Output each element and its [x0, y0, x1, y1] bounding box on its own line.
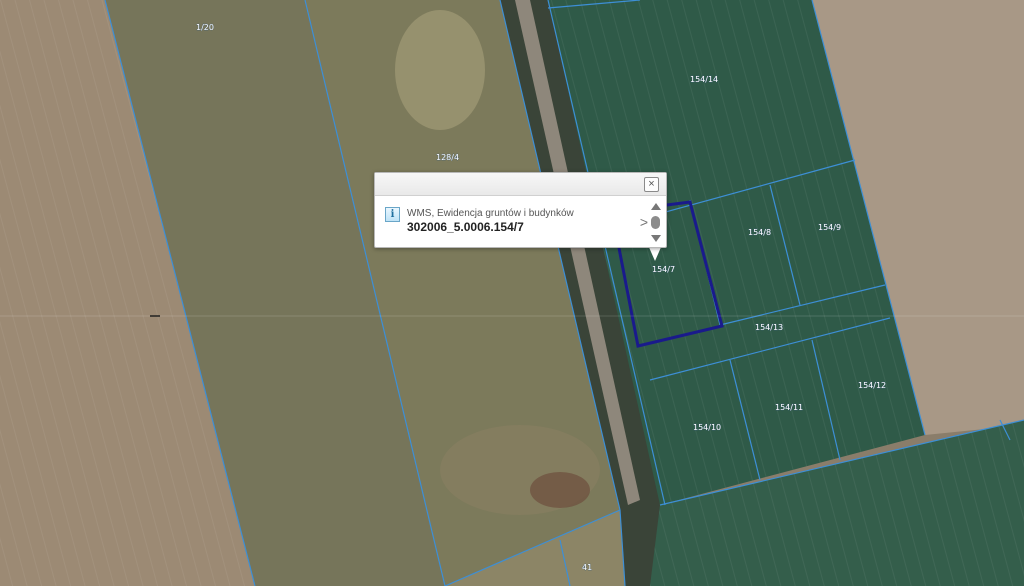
feature-info-popup: × i WMS, Ewidencja gruntów i budynków 30… — [374, 172, 667, 248]
parcel-label: 154/12 — [858, 381, 886, 390]
layer-name: WMS, Ewidencja gruntów i budynków — [407, 208, 574, 219]
feature-info-row[interactable]: i WMS, Ewidencja gruntów i budynków 3020… — [385, 205, 648, 235]
scroll-down-icon[interactable] — [651, 235, 661, 242]
parcel-label: 154/7 — [652, 265, 675, 274]
parcel-label: 128/4 — [436, 153, 459, 162]
parcel-label: 154/14 — [690, 75, 718, 84]
popup-header: × — [375, 173, 666, 196]
parcel-label: 154/11 — [775, 403, 803, 412]
chevron-right-icon[interactable]: > — [640, 214, 648, 230]
close-icon[interactable]: × — [644, 177, 659, 192]
scroll-up-icon[interactable] — [651, 203, 661, 210]
popup-scrollbar[interactable] — [649, 201, 663, 245]
feature-id: 302006_5.0006.154/7 — [407, 220, 524, 234]
info-icon: i — [385, 207, 400, 222]
parcel-label: 1/20 — [196, 23, 214, 32]
parcel-label: 154/10 — [693, 423, 721, 432]
parcel-label: 41 — [582, 563, 592, 572]
map-canvas[interactable]: 1/20 128/4 154/14 154/8 154/9 154/7 154/… — [0, 0, 1024, 586]
scroll-thumb[interactable] — [651, 216, 660, 229]
parcel-label: 154/13 — [755, 323, 783, 332]
parcel-label: 154/8 — [748, 228, 771, 237]
parcel-label: 154/9 — [818, 223, 841, 232]
